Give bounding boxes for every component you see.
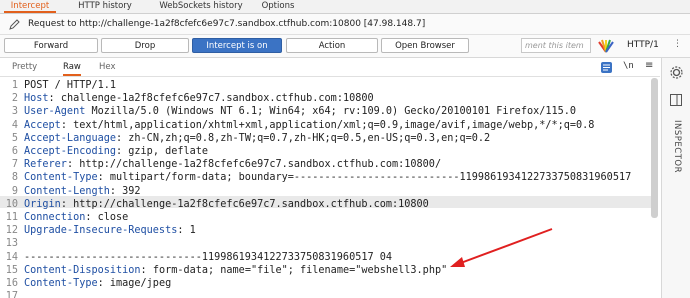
line-number: 1: [11, 80, 18, 91]
header-name: Content-Length: [24, 185, 110, 197]
drop-button[interactable]: Drop: [101, 38, 189, 53]
message-view-tabs: Pretty Raw Hex \n ≡: [0, 58, 660, 77]
header-value: : http://challenge-1a2f8cfefc6e97c7.sand…: [60, 198, 429, 210]
highlight-color-icon[interactable]: [598, 39, 614, 53]
header-value: : close: [85, 212, 129, 223]
code-line: Origin: http://challenge-1a2f8cfefc6e97c…: [24, 199, 429, 210]
header-value: : gzip, deflate: [116, 146, 209, 157]
open-browser-button[interactable]: Open Browser: [381, 38, 469, 53]
intercept-toolbar: Forward Drop Intercept is on Action Open…: [0, 35, 690, 58]
header-value: : 1: [177, 225, 196, 237]
code-line: Referer: http://challenge-1a2f8cfefc6e97…: [24, 159, 441, 170]
code-line: User-Agent Mozilla/5.0 (Windows NT 6.1; …: [24, 106, 576, 117]
code-line: Content-Length: 392: [24, 186, 141, 197]
line-number: 15: [5, 264, 18, 276]
inspector-panel: INSPECTOR: [661, 58, 690, 298]
header-name: Referer: [24, 159, 67, 171]
code-line: Accept-Language: zh-CN,zh;q=0.8,zh-TW;q=…: [24, 133, 490, 144]
code-line: Content-Type: image/jpeg: [24, 278, 171, 289]
header-name: Accept-Language: [24, 132, 117, 144]
proxy-tab-bar: Intercept HTTP history WebSockets histor…: [0, 0, 690, 14]
header-value: : multipart/form-data; boundary=--------…: [97, 172, 632, 184]
line-number: 17: [5, 291, 18, 298]
header-value: Mozilla/5.0 (Windows NT 6.1; Win64; x64;…: [85, 106, 577, 118]
annotation-arrow: [450, 228, 553, 267]
line-number: 3: [11, 106, 18, 118]
header-value: : zh-CN,zh;q=0.8,zh-TW;q=0.7,zh-HK;q=0.5…: [116, 132, 491, 144]
header-name: Host: [24, 93, 49, 105]
code-line: POST / HTTP/1.1: [24, 80, 116, 91]
line-number: 10: [5, 198, 18, 210]
line-number: 8: [11, 172, 18, 184]
inspector-label[interactable]: INSPECTOR: [672, 120, 682, 173]
line-number: 6: [11, 146, 18, 157]
tab-pretty[interactable]: Pretty: [12, 62, 37, 72]
header-value: : form-data; name="file"; filename="webs…: [140, 264, 448, 276]
header-name: Accept: [24, 119, 61, 131]
more-options-icon[interactable]: ⋮: [673, 39, 682, 49]
tab-http-history[interactable]: HTTP history: [70, 0, 140, 13]
header-value: POST / HTTP/1.1: [24, 80, 117, 91]
header-value: : challenge-1a2f8cfefc6e97c7.sandbox.ctf…: [48, 93, 374, 105]
code-line: -----------------------------11998619341…: [24, 252, 392, 263]
line-number: 16: [5, 278, 18, 289]
code-line: Upgrade-Insecure-Requests: 1: [24, 225, 196, 236]
menu-icon[interactable]: ≡: [645, 60, 653, 71]
header-name: User-Agent: [24, 106, 86, 118]
header-name: Origin: [24, 198, 61, 210]
list-format-icon[interactable]: [601, 62, 612, 73]
header-value: : http://challenge-1a2f8cfefc6e97c7.sand…: [66, 159, 442, 171]
tab-intercept[interactable]: Intercept: [4, 0, 56, 13]
code-line: Content-Type: multipart/form-data; bound…: [24, 172, 631, 183]
code-line: Host: challenge-1a2f8cfefc6e97c7.sandbox…: [24, 93, 374, 104]
line-number: 12: [5, 225, 18, 237]
header-value: : 392: [109, 185, 141, 197]
request-target: Request to http://challenge-1a2f8cfefc6e…: [28, 19, 426, 29]
http-version-label[interactable]: HTTP/1: [627, 40, 659, 50]
header-name: Content-Disposition: [24, 264, 141, 276]
editor-scrollbar[interactable]: [651, 78, 658, 218]
line-number: 4: [11, 119, 18, 131]
line-number: 13: [5, 238, 18, 250]
tab-options[interactable]: Options: [258, 0, 298, 13]
comment-field[interactable]: ment this item: [521, 38, 591, 53]
code-line: Accept: text/html,application/xhtml+xml,…: [24, 120, 594, 131]
line-number: 7: [11, 159, 18, 171]
line-number: 11: [5, 212, 18, 223]
header-name: Connection: [24, 212, 86, 223]
tab-websockets-history[interactable]: WebSockets history: [150, 0, 252, 13]
newline-toggle-icon[interactable]: \n: [623, 61, 634, 71]
header-value: : text/html,application/xhtml+xml,applic…: [60, 119, 595, 131]
header-name: Content-Type: [24, 278, 98, 289]
header-value: : image/jpeg: [97, 278, 172, 289]
code-line: Accept-Encoding: gzip, deflate: [24, 146, 208, 157]
header-name: Content-Type: [24, 172, 98, 184]
action-button[interactable]: Action: [286, 38, 378, 53]
tab-raw[interactable]: Raw: [63, 62, 81, 76]
pencil-icon[interactable]: [9, 19, 21, 30]
code-line: Content-Disposition: form-data; name="fi…: [24, 265, 447, 276]
code-line: Connection: close: [24, 212, 128, 223]
panel-layout-icon[interactable]: [670, 94, 682, 106]
forward-button[interactable]: Forward: [4, 38, 98, 53]
header-name: Upgrade-Insecure-Requests: [24, 225, 178, 237]
line-number: 2: [11, 93, 18, 105]
header-name: Accept-Encoding: [24, 146, 117, 157]
request-info-bar: Request to http://challenge-1a2f8cfefc6e…: [0, 14, 690, 35]
line-number: 9: [11, 185, 18, 197]
gear-icon[interactable]: [670, 66, 683, 79]
intercept-toggle-button[interactable]: Intercept is on: [192, 38, 282, 53]
tab-hex[interactable]: Hex: [99, 62, 116, 72]
line-number: 5: [11, 132, 18, 144]
line-number: 14: [5, 251, 18, 263]
header-value: -----------------------------11998619341…: [24, 251, 393, 263]
